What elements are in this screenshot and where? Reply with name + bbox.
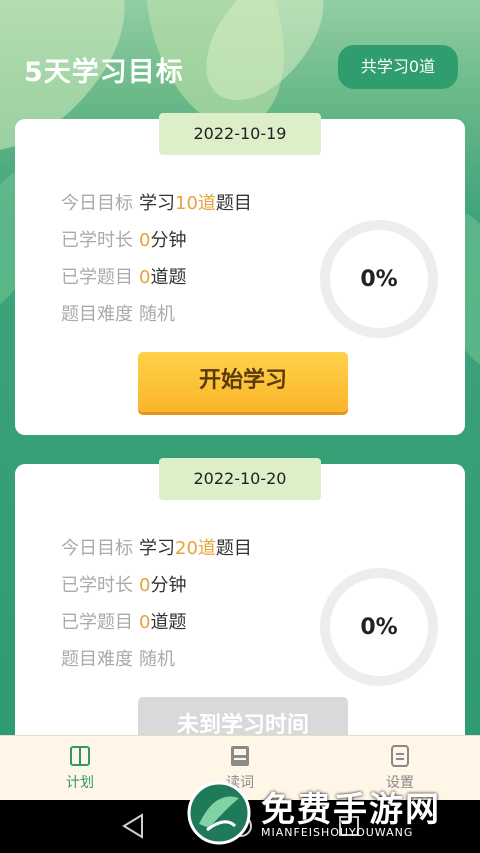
settings-doc-icon	[391, 745, 409, 767]
answer-icon	[231, 746, 249, 766]
time-row: 已学时长 0分钟	[61, 571, 186, 597]
watermark-title: 免费手游网	[261, 790, 441, 830]
count-label: 已学题目	[61, 612, 133, 633]
goal-row: 今日目标 学习20道题目	[61, 534, 252, 560]
difficulty-label: 题目难度	[61, 649, 133, 670]
time-row: 已学时长 0分钟	[61, 226, 186, 252]
back-icon[interactable]	[120, 812, 146, 840]
watermark-subtitle: MIANFEISHOUYOUWANG	[261, 826, 414, 839]
difficulty-row: 题目难度 随机	[61, 300, 181, 326]
time-unit: 分钟	[150, 230, 187, 251]
time-label: 已学时长	[61, 575, 133, 596]
page-title: 5天学习目标	[24, 57, 184, 88]
tab-plan-label: 计划	[66, 775, 94, 791]
difficulty-value: 随机	[139, 304, 175, 325]
goal-label: 今日目标	[61, 193, 133, 214]
count-label: 已学题目	[61, 267, 133, 288]
difficulty-row: 题目难度 随机	[61, 645, 181, 671]
goal-prefix: 学习	[139, 538, 175, 559]
goal-row: 今日目标 学习10道题目	[61, 189, 252, 215]
site-watermark: 免费手游网 MIANFEISHOUYOUWANG	[185, 780, 475, 850]
progress-ring: 0%	[320, 568, 438, 686]
count-unit: 道题	[150, 612, 187, 633]
count-number: 0	[139, 612, 151, 633]
count-row: 已学题目 0道题	[61, 608, 186, 634]
plan-card: 2022-10-20 今日目标 学习20道题目 已学时长 0分钟 已学题目 0道题 题…	[15, 458, 465, 764]
total-studied-badge[interactable]: 共学习0道	[338, 45, 458, 89]
progress-ring: 0%	[320, 220, 438, 338]
time-label: 已学时长	[61, 230, 133, 251]
difficulty-value: 随机	[139, 649, 175, 670]
card-date: 2022-10-19	[159, 113, 321, 155]
goal-number: 20	[175, 538, 198, 559]
progress-percent: 0%	[360, 266, 398, 292]
progress-percent: 0%	[360, 614, 398, 640]
goal-number: 10	[175, 193, 198, 214]
goal-suffix: 题目	[215, 538, 252, 559]
difficulty-label: 题目难度	[61, 304, 133, 325]
count-number: 0	[139, 267, 151, 288]
watermark-logo-icon	[187, 781, 251, 845]
count-unit: 道题	[150, 267, 187, 288]
count-row: 已学题目 0道题	[61, 263, 186, 289]
goal-unit: 道	[197, 193, 216, 214]
card-date: 2022-10-20	[159, 458, 321, 500]
time-number: 0	[139, 230, 151, 251]
plan-card: 2022-10-19 今日目标 学习10道题目 已学时长 0分钟 已学题目 0道题 题…	[15, 113, 465, 435]
goal-label: 今日目标	[61, 538, 133, 559]
time-number: 0	[139, 575, 151, 596]
tab-plan[interactable]: 计划	[20, 744, 140, 792]
start-study-button[interactable]: 开始学习	[138, 352, 348, 412]
goal-suffix: 题目	[215, 193, 252, 214]
book-icon	[70, 746, 90, 766]
goal-unit: 道	[197, 538, 216, 559]
time-unit: 分钟	[150, 575, 187, 596]
goal-prefix: 学习	[139, 193, 175, 214]
